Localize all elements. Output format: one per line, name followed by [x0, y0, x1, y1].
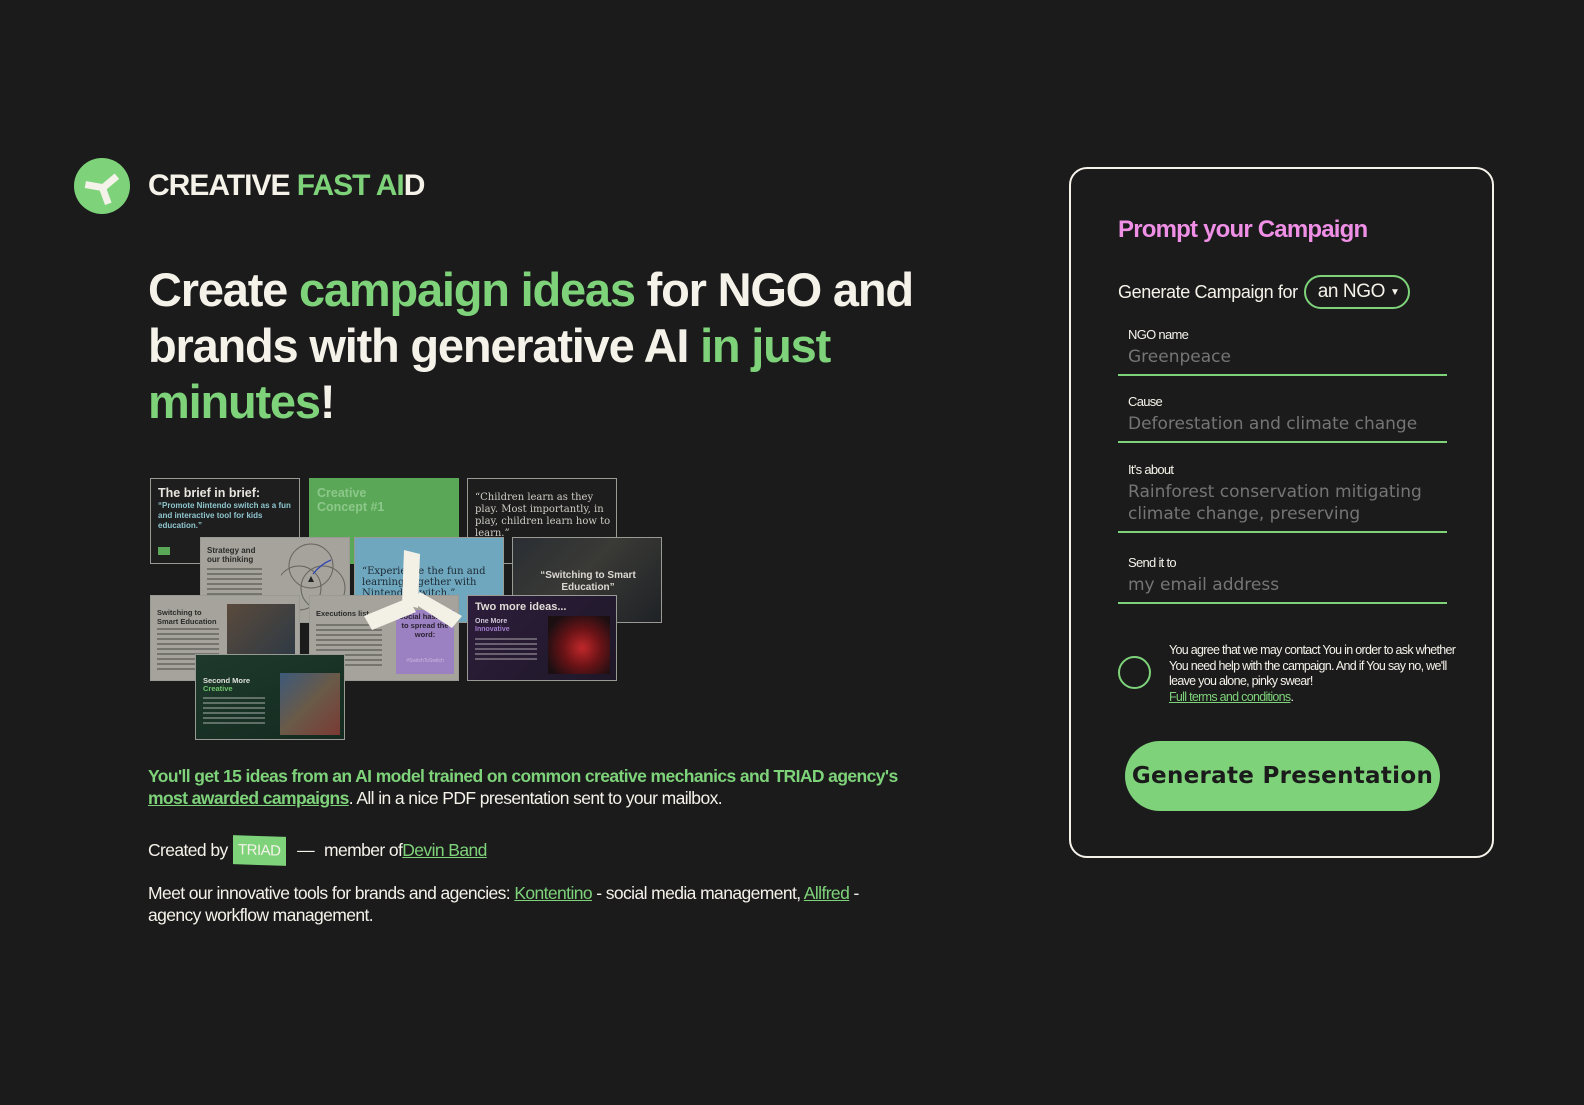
- generate-for-label: Generate Campaign for: [1118, 281, 1298, 302]
- triad-badge[interactable]: TRIAD: [232, 835, 286, 866]
- dash-separator: —: [297, 840, 315, 860]
- cause-label: Cause: [1128, 394, 1163, 409]
- presentation-preview-collage: The brief in brief: “Promote Nintendo sw…: [148, 476, 668, 742]
- slide-two-more-ideas: Two more ideas... One More Innovative: [467, 595, 617, 681]
- brand-logo[interactable]: CREATIVE FAST AID: [74, 158, 425, 214]
- ngo-name-input[interactable]: [1118, 346, 1447, 374]
- tri-blade-overlay-icon: [364, 550, 462, 630]
- tri-blade-logo-icon: [74, 158, 130, 214]
- campaign-prompt-form: Prompt your Campaign Generate Campaign f…: [1069, 167, 1494, 858]
- generate-presentation-button[interactable]: Generate Presentation: [1125, 741, 1440, 811]
- ngo-name-field: NGO name: [1118, 327, 1447, 376]
- intro-text: You'll get 15 ideas from an AI model tra…: [148, 766, 898, 808]
- email-field: Send it to: [1118, 555, 1447, 604]
- generate-for-row: Generate Campaign for an NGO ▼: [1118, 275, 1410, 309]
- terms-link[interactable]: Full terms and conditions: [1169, 690, 1291, 704]
- email-input[interactable]: [1118, 574, 1447, 602]
- email-label: Send it to: [1128, 555, 1177, 570]
- most-awarded-campaigns-link[interactable]: most awarded campaigns: [148, 788, 349, 808]
- member-of-label: member of: [324, 840, 403, 860]
- cause-input[interactable]: [1118, 413, 1447, 441]
- devin-band-link[interactable]: Devin Band: [402, 840, 487, 861]
- page-headline: Create campaign ideas for NGO and brands…: [148, 263, 914, 428]
- campaign-type-value: an NGO: [1317, 281, 1386, 302]
- chevron-down-icon: ▼: [1390, 286, 1400, 298]
- campaign-type-select[interactable]: an NGO ▼: [1303, 275, 1410, 309]
- consent-radio[interactable]: [1118, 656, 1151, 689]
- cause-field: Cause: [1118, 394, 1447, 443]
- form-title: Prompt your Campaign: [1118, 216, 1368, 243]
- kontentino-link[interactable]: Kontentino: [514, 883, 592, 903]
- created-by-label: Created by: [148, 840, 228, 860]
- consent-row: You agree that we may contact You in ord…: [1118, 643, 1458, 705]
- consent-text: You agree that we may contact You in ord…: [1169, 643, 1456, 704]
- ngo-name-label: NGO name: [1128, 327, 1189, 342]
- created-by-line: Created by TRIAD — member of Devin Band: [148, 835, 487, 866]
- tools-text: Meet our innovative tools for brands and…: [148, 883, 859, 925]
- brand-name: CREATIVE FAST AID: [148, 169, 425, 202]
- its-about-field: It's about: [1118, 462, 1447, 533]
- its-about-label: It's about: [1128, 462, 1174, 477]
- its-about-input[interactable]: [1118, 481, 1447, 531]
- allfred-link[interactable]: Allfred: [804, 883, 850, 903]
- slide-second-more-creative: Second More Creative: [195, 654, 345, 740]
